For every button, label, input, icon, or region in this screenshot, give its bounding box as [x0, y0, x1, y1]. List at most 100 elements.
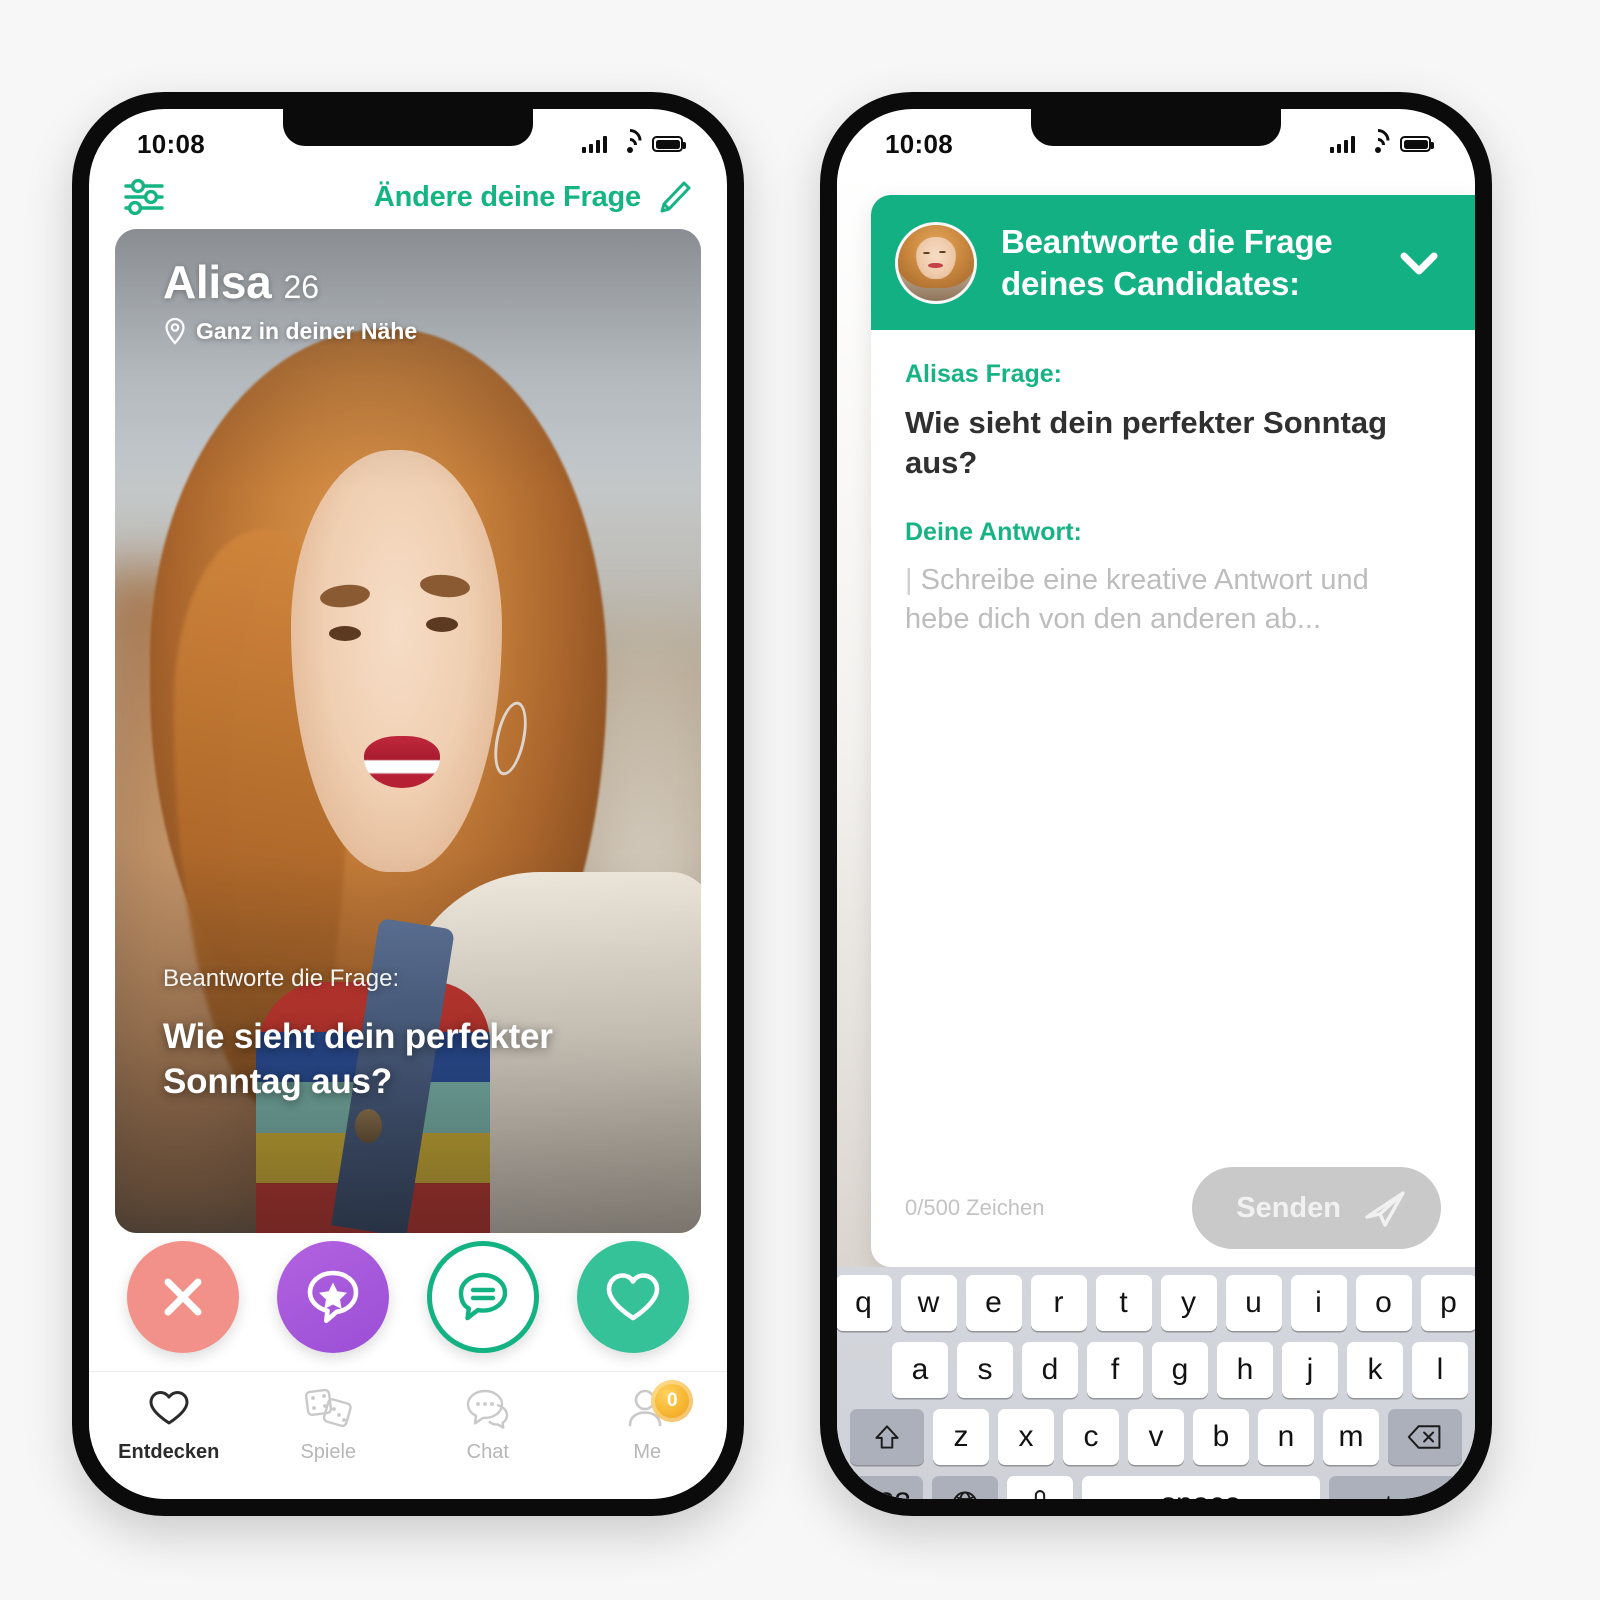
keyboard-row-1: q w e r t y u i o p [837, 1275, 1475, 1331]
tab-chat[interactable]: Chat [408, 1386, 568, 1464]
like-button[interactable] [577, 1241, 689, 1353]
key-r[interactable]: r [1030, 1275, 1087, 1331]
key-b[interactable]: b [1193, 1409, 1249, 1465]
answer-screen-body: Beantworte die Frage deines Candidates: … [837, 171, 1475, 1499]
superlike-button[interactable] [277, 1241, 389, 1353]
battery-full-icon [652, 136, 686, 152]
key-c[interactable]: c [1063, 1409, 1119, 1465]
profile-card[interactable]: Alisa 26 Ganz in deiner Nähe Beantworte d… [115, 229, 701, 1233]
key-h[interactable]: h [1217, 1342, 1273, 1398]
onscreen-keyboard: q w e r t y u i o p a s d f g h j k l z … [837, 1267, 1475, 1499]
nope-button[interactable] [127, 1241, 239, 1353]
right-phone-screen: 10:08 Beantworte die Frage deines Candid… [837, 109, 1475, 1499]
backspace-delete-icon[interactable] [1388, 1409, 1462, 1465]
question-label: Alisas Frage: [905, 360, 1063, 389]
key-e[interactable]: e [965, 1275, 1022, 1331]
change-question-label: Ändere deine Frage [373, 180, 641, 213]
x-close-icon [164, 1278, 202, 1316]
answer-sheet-header: Beantworte die Frage deines Candidates: [871, 195, 1475, 331]
cellular-signal-icon [1329, 135, 1355, 153]
filter-sliders-icon[interactable] [123, 178, 165, 216]
text-caret: | [905, 563, 913, 596]
heart-icon [606, 1273, 660, 1321]
tab-label: Chat [466, 1441, 509, 1463]
profile-location-label: Ganz in deiner Nähe [196, 317, 418, 344]
send-button-label: Senden [1236, 1191, 1341, 1224]
question-text: Wie sieht dein perfekter Sonntag aus? [905, 405, 1388, 481]
key-a[interactable]: a [892, 1342, 948, 1398]
left-phone-device: 10:08 Ändere deine Frage Alisa 26 Ganz i… [72, 92, 744, 1516]
send-button[interactable]: Senden [1192, 1167, 1441, 1249]
left-phone-screen: 10:08 Ändere deine Frage Alisa 26 Ganz i… [89, 109, 727, 1499]
key-z[interactable]: z [933, 1409, 989, 1465]
key-return[interactable]: return [1329, 1476, 1463, 1499]
key-d[interactable]: d [1022, 1342, 1078, 1398]
key-p[interactable]: p [1420, 1275, 1475, 1331]
key-u[interactable]: u [1225, 1275, 1282, 1331]
battery-full-icon [1400, 136, 1434, 152]
bottom-tab-bar: Entdecken Spiele Chat 0 Me [89, 1371, 727, 1499]
right-phone-device: 10:08 Beantworte die Frage deines Candid… [820, 92, 1492, 1516]
key-v[interactable]: v [1128, 1409, 1184, 1465]
keyboard-row-2: a s d f g h j k l [837, 1342, 1475, 1398]
heart-outline-icon [147, 1386, 191, 1430]
wifi-icon [1361, 123, 1394, 157]
key-y[interactable]: y [1160, 1275, 1217, 1331]
keyboard-row-4: 123 [837, 1476, 1475, 1499]
status-badge: 0 [651, 1380, 694, 1422]
key-n[interactable]: n [1258, 1409, 1314, 1465]
tab-spiele[interactable]: Spiele [249, 1386, 409, 1464]
key-j[interactable]: j [1282, 1342, 1338, 1398]
location-pin-icon [165, 317, 185, 345]
change-question-action[interactable]: Ändere deine Frage [374, 179, 693, 215]
character-counter: 0/500 Zeichen [905, 1195, 1045, 1220]
left-status-bar: 10:08 [89, 109, 727, 171]
key-space[interactable]: space [1082, 1476, 1320, 1499]
globe-language-icon[interactable] [932, 1476, 998, 1499]
answer-input[interactable]: | Schreibe eine kreative Antwort und heb… [905, 561, 1441, 639]
key-s[interactable]: s [957, 1342, 1013, 1398]
key-x[interactable]: x [998, 1409, 1054, 1465]
answer-label: Deine Antwort: [905, 517, 1082, 546]
tab-me[interactable]: 0 Me [568, 1380, 728, 1464]
chevron-down-icon[interactable] [1393, 237, 1445, 289]
keyboard-row-3: z x c v b n m [837, 1409, 1475, 1465]
key-i[interactable]: i [1290, 1275, 1347, 1331]
key-o[interactable]: o [1355, 1275, 1412, 1331]
card-question-kicker: Beantworte die Frage: [163, 965, 400, 993]
key-k[interactable]: k [1347, 1342, 1403, 1398]
screenshot-stage: 10:08 Ändere deine Frage Alisa 26 Ganz i… [0, 0, 1600, 1600]
shift-arrow-icon[interactable] [850, 1409, 924, 1465]
star-chat-bubble-icon [307, 1270, 359, 1324]
right-status-bar: 10:08 [837, 109, 1475, 171]
dice-icon [303, 1386, 353, 1430]
tab-label: Entdecken [118, 1441, 220, 1463]
key-g[interactable]: g [1152, 1342, 1208, 1398]
status-time: 10:08 [137, 128, 205, 159]
status-time: 10:08 [885, 128, 953, 159]
answer-sheet: Beantworte die Frage deines Candidates: … [871, 195, 1475, 1267]
cellular-signal-icon [581, 135, 607, 153]
key-l[interactable]: l [1412, 1342, 1468, 1398]
key-m[interactable]: m [1323, 1409, 1379, 1465]
paper-plane-icon [1363, 1187, 1407, 1229]
tab-entdecken[interactable]: Entdecken [89, 1386, 249, 1464]
key-w[interactable]: w [900, 1275, 957, 1331]
chat-bubble-icon [458, 1272, 508, 1321]
message-button[interactable] [427, 1241, 539, 1353]
key-numbers[interactable]: 123 [849, 1476, 923, 1499]
card-question-text: Wie sieht dein perfekter Sonntag aus? [163, 1017, 553, 1102]
wifi-icon [613, 123, 646, 157]
microphone-icon[interactable] [1007, 1476, 1073, 1499]
key-t[interactable]: t [1095, 1275, 1152, 1331]
tab-label: Me [633, 1441, 662, 1463]
status-indicators [581, 123, 686, 157]
chat-bubbles-icon [464, 1386, 512, 1430]
key-q[interactable]: q [837, 1275, 892, 1331]
profile-identity: Alisa 26 Ganz in deiner Nähe [163, 259, 417, 345]
candidate-avatar[interactable] [895, 221, 977, 304]
key-f[interactable]: f [1087, 1342, 1143, 1398]
answer-sheet-title: Beantworte die Frage deines Candidates: [1001, 223, 1333, 302]
action-buttons-row [115, 1241, 701, 1353]
pencil-edit-icon[interactable] [657, 179, 693, 215]
